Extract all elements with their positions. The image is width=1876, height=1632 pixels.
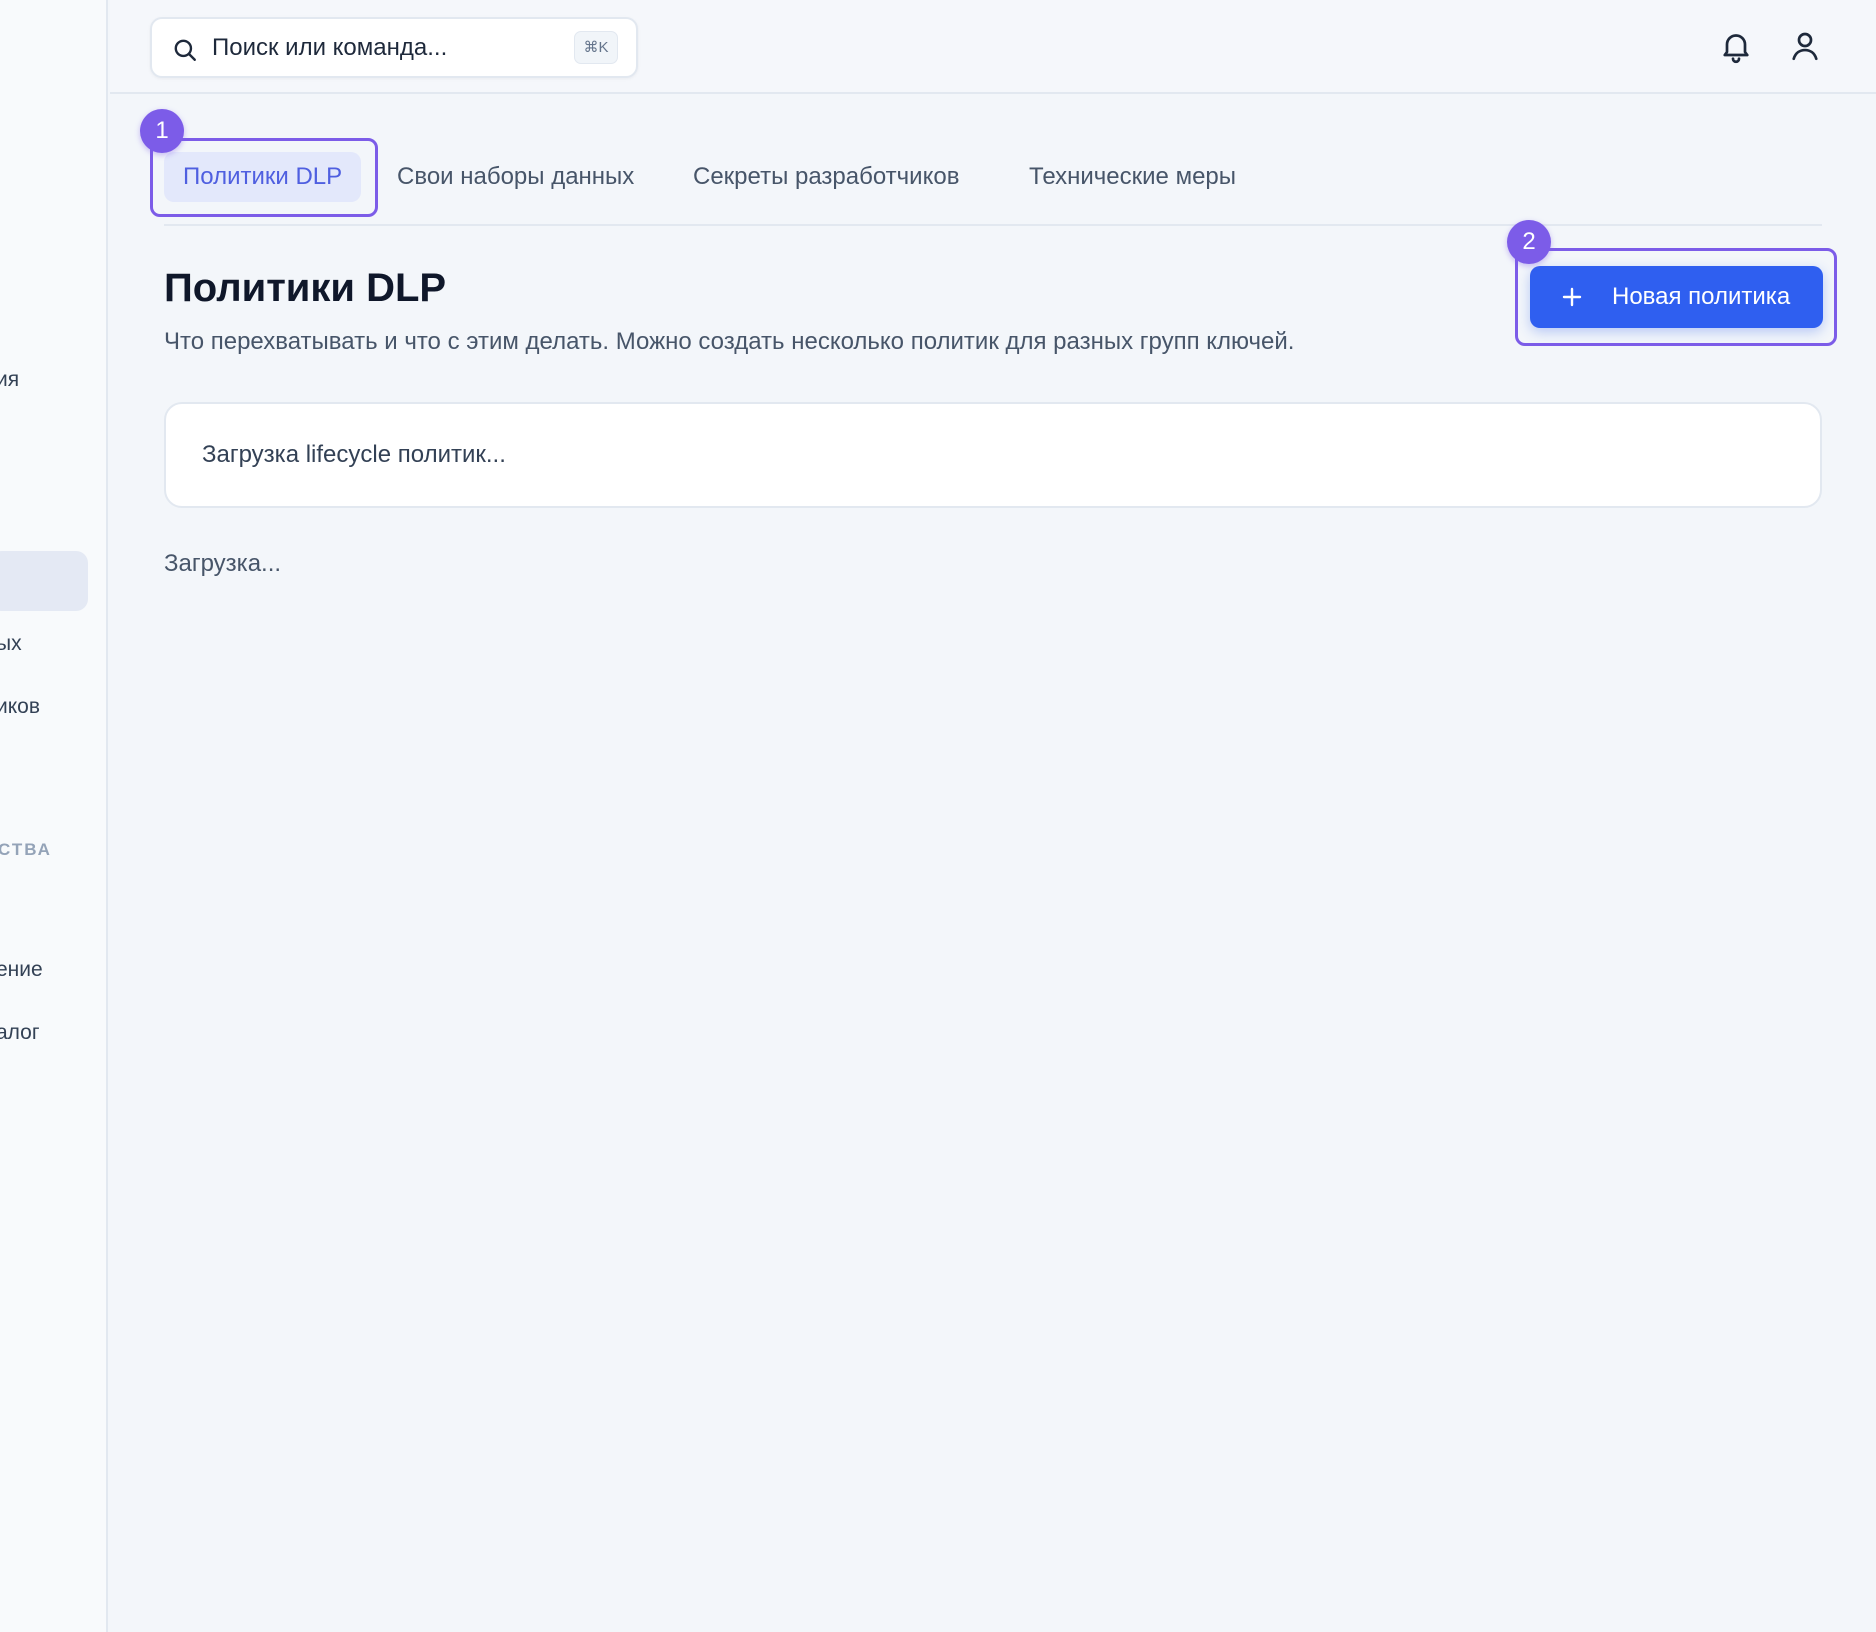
notifications-button[interactable] <box>1718 28 1754 64</box>
search-input[interactable] <box>212 29 512 67</box>
annotation-badge-1: 1 <box>140 109 184 153</box>
page-title: Политики DLP <box>164 266 447 310</box>
loading-text: Загрузка... <box>164 550 282 577</box>
sidebar-item-label[interactable]: ых <box>0 632 22 656</box>
top-header: ⌘K <box>110 0 1876 94</box>
sidebar: ия ых иков СТВА ение алог <box>0 0 108 1632</box>
plus-icon <box>1562 287 1582 307</box>
tab-technical-measures[interactable]: Технические меры <box>1029 152 1236 202</box>
app-root: ия ых иков СТВА ение алог ⌘K <box>0 0 1876 1632</box>
sidebar-item-label[interactable]: иков <box>0 695 40 719</box>
sidebar-section-label: СТВА <box>0 840 52 859</box>
tab-dlp-policies[interactable]: Политики DLP <box>164 152 362 202</box>
tab-developer-secrets[interactable]: Секреты разработчиков <box>693 152 959 202</box>
sidebar-item-label[interactable]: ение <box>0 958 43 982</box>
bell-icon <box>1723 34 1749 64</box>
lifecycle-policies-card: Загрузка lifecycle политик... <box>164 402 1822 508</box>
shortcut-hint: ⌘K <box>574 31 618 64</box>
page-subtitle: Что перехватывать и что с этим делать. М… <box>164 328 1295 355</box>
sidebar-item-label[interactable]: ия <box>0 368 19 392</box>
card-loading-text: Загрузка lifecycle политик... <box>202 441 506 468</box>
tab-bar: Политики DLP Свои наборы данных Секреты … <box>164 140 1822 226</box>
new-policy-button[interactable]: Новая политика <box>1530 266 1823 328</box>
sidebar-item-label[interactable]: алог <box>0 1021 40 1045</box>
tab-custom-datasets[interactable]: Свои наборы данных <box>397 152 634 202</box>
search-box[interactable]: ⌘K <box>150 17 638 78</box>
new-policy-button-label: Новая политика <box>1612 283 1791 310</box>
sidebar-item-active[interactable] <box>0 551 88 611</box>
profile-button[interactable] <box>1787 28 1823 64</box>
annotation-badge-2: 2 <box>1507 220 1551 264</box>
search-icon <box>174 39 196 61</box>
user-icon <box>1792 32 1818 61</box>
